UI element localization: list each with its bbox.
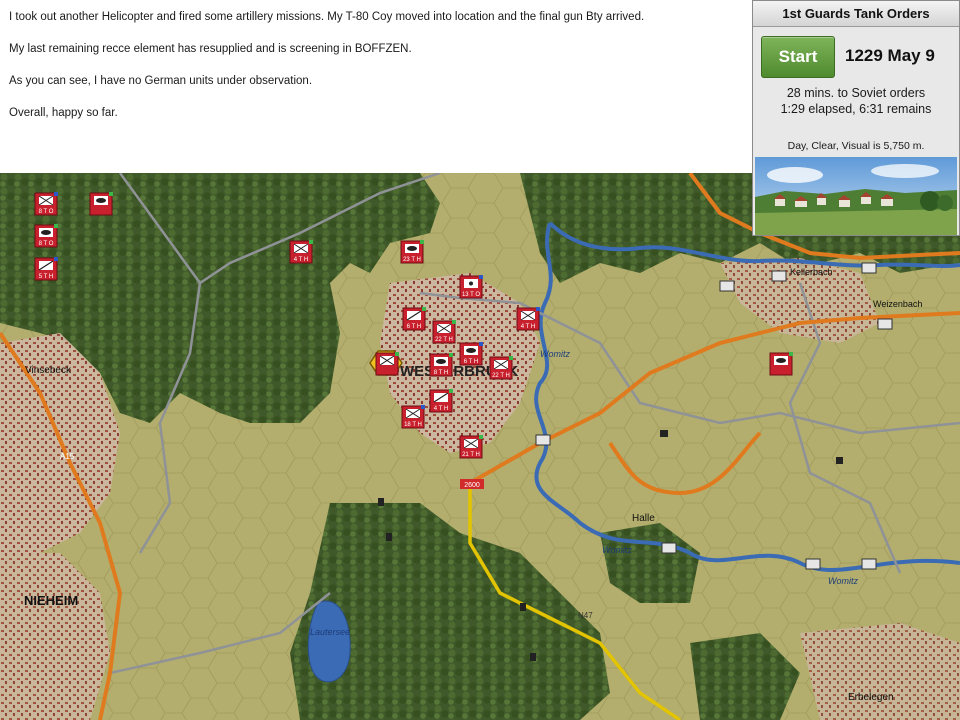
narrative-line: My last remaining recce element has resu… xyxy=(9,43,412,55)
unit-counter-recon[interactable]: 5 T H xyxy=(34,257,58,281)
town-label: Erbelegen xyxy=(848,692,894,703)
unit-counter-recon[interactable]: 4 T H xyxy=(429,389,453,413)
start-button[interactable]: Start xyxy=(761,36,835,78)
town-label: Weizenbach xyxy=(873,299,922,309)
orders-panel: 1st Guards Tank Orders Start 1229 May 9 … xyxy=(752,0,960,236)
road-label: A15 xyxy=(60,452,75,461)
unit-counter-infantry[interactable]: 8 T O xyxy=(34,192,58,216)
unit-label: 22 T H xyxy=(435,337,453,343)
unit-label: 5 T H xyxy=(39,274,53,280)
unit-counter-tank[interactable]: 23 T H xyxy=(400,240,424,264)
lake-label: Lautersee xyxy=(310,627,350,637)
unit-label: 6 T H xyxy=(464,359,478,365)
svg-text:2600: 2600 xyxy=(464,482,480,489)
unit-label: 4 T H xyxy=(521,324,535,330)
unit-counter-hq[interactable] xyxy=(369,350,403,376)
river-label: Womitz xyxy=(602,545,632,555)
unit-label: 18 T H xyxy=(404,422,422,428)
elapsed-time: 1:29 elapsed, 6:31 remains xyxy=(780,102,932,116)
narrative-line: As you can see, I have no German units u… xyxy=(9,75,313,87)
unit-counter-recon[interactable]: 6 T H xyxy=(402,307,426,331)
river-label: Womitz xyxy=(540,349,570,359)
unit-label: 4 T H xyxy=(434,406,448,412)
unit-counter-infantry[interactable]: 18 T H xyxy=(401,405,425,429)
narrative-line: I took out another Helicopter and fired … xyxy=(9,11,645,23)
height-marker: 2600 xyxy=(460,479,484,489)
unit-label: 8 T H xyxy=(434,370,448,376)
unit-counter-tank[interactable]: 8 T O xyxy=(34,224,58,248)
narrative-text: I took out another Helicopter and fired … xyxy=(0,0,752,175)
unit-label: 21 T H xyxy=(462,452,480,458)
town-label: Halle xyxy=(632,513,655,524)
town-label: Vinsebeck xyxy=(25,365,72,376)
unit-counter-infantry[interactable]: 21 T H xyxy=(459,435,483,459)
unit-label: 4 T H xyxy=(294,257,308,263)
unit-label: 6 T H xyxy=(407,324,421,330)
weather-status: Day, Clear, Visual is 5,750 m. xyxy=(787,140,925,152)
unit-counter-infantry[interactable]: 4 T H xyxy=(289,240,313,264)
unit-counter-infantry[interactable]: 22 T H xyxy=(489,356,513,380)
unit-counter-tank[interactable]: 8 T H xyxy=(429,353,453,377)
unit-label: 8 T O xyxy=(39,241,54,247)
orders-panel-title: 1st Guards Tank Orders xyxy=(753,1,959,27)
town-label: NIEHEIM xyxy=(24,593,78,608)
unit-label: 13 T O xyxy=(462,292,480,298)
orders-countdown: 28 mins. to Soviet orders xyxy=(786,86,926,100)
weather-photo xyxy=(755,157,957,235)
narrative-line: Overall, happy so far. xyxy=(9,107,118,119)
game-clock: 1229 May 9 xyxy=(845,46,935,65)
unit-counter-infantry[interactable]: 22 T H xyxy=(432,320,456,344)
unit-counter-artillery[interactable]: 13 T O xyxy=(459,275,483,299)
tactical-map[interactable]: 2600 Vinsebeck NIEHEIM WESTERBRUCK Halle… xyxy=(0,173,960,720)
unit-counter-tank[interactable] xyxy=(89,192,113,216)
unit-label: 22 T H xyxy=(492,373,510,379)
unit-counter-tank[interactable]: 6 T H xyxy=(459,342,483,366)
road-label: N47 xyxy=(578,611,593,620)
river-label: Womitz xyxy=(828,576,858,586)
unit-counter-infantry[interactable]: 4 T H xyxy=(516,307,540,331)
unit-label: 23 T H xyxy=(403,257,421,263)
unit-counter-tank[interactable] xyxy=(769,352,793,376)
town-label: Kellerbach xyxy=(790,267,833,277)
unit-label: 8 T O xyxy=(39,209,54,215)
